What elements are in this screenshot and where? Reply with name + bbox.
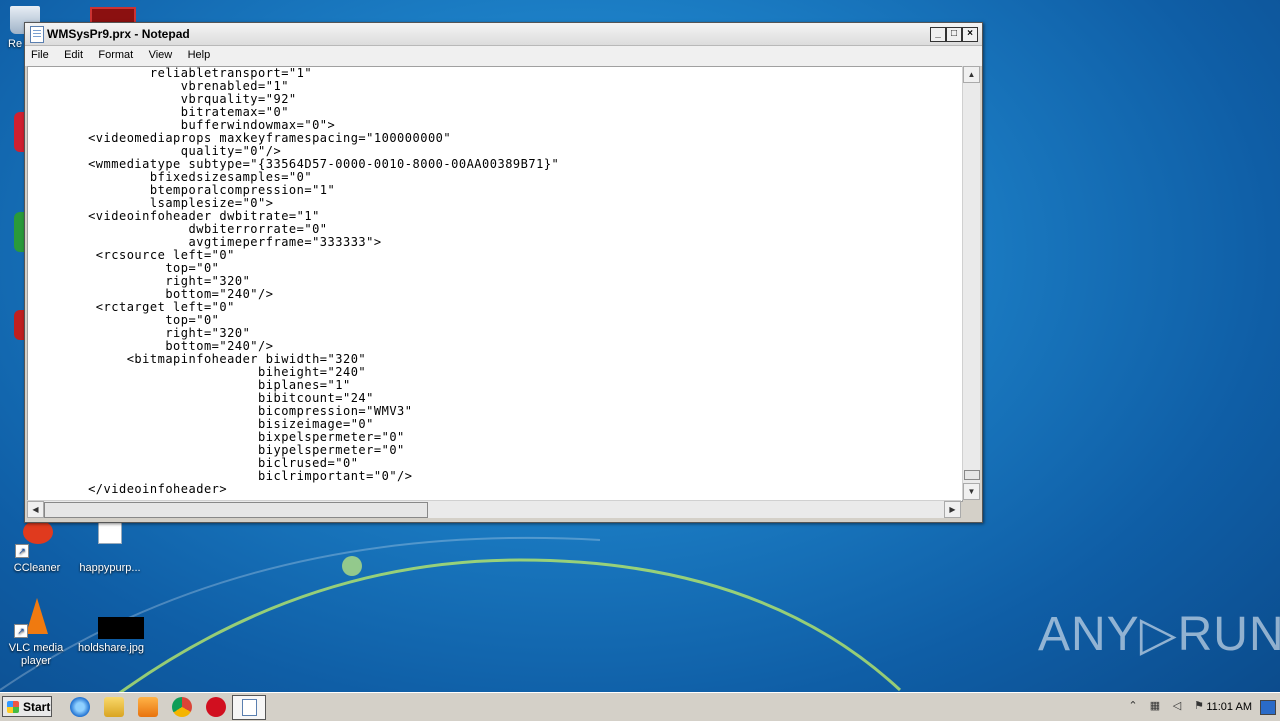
scroll-up-arrow-icon[interactable]: ▲	[963, 66, 980, 83]
clock[interactable]: 11:01 AM	[1206, 701, 1252, 713]
desktop-icon-label: CCleaner	[13, 562, 61, 574]
minimize-button[interactable]: _	[930, 27, 946, 42]
action-center-flag-icon[interactable]: ⚑	[1192, 700, 1206, 713]
resize-grip-icon[interactable]	[963, 500, 980, 517]
close-button[interactable]: ×	[962, 27, 978, 42]
horizontal-scrollbar[interactable]: ◀ ▶	[27, 500, 961, 518]
media-player-icon[interactable]	[138, 697, 158, 717]
menu-file[interactable]: File	[25, 46, 55, 61]
vertical-scrollbar[interactable]: ▲ ▼	[962, 66, 980, 500]
vlc-cone-icon: ↗	[12, 598, 60, 638]
system-tray: ⌃ ▦ ◁ ⚑ 11:01 AM	[1100, 693, 1280, 721]
horizontal-scroll-thumb[interactable]	[44, 502, 428, 518]
desktop-icon-holdshare[interactable]: holdshare.jpg	[76, 598, 146, 655]
ie-icon[interactable]	[70, 697, 90, 717]
notepad-icon	[30, 26, 44, 43]
editor-content[interactable]: reliabletransport="1" vbrenabled="1" vbr…	[28, 67, 962, 496]
network-icon[interactable]: ▦	[1148, 700, 1162, 713]
start-button[interactable]: Start	[2, 696, 52, 717]
menu-view[interactable]: View	[143, 46, 179, 61]
shortcut-arrow-icon: ↗	[14, 624, 28, 638]
text-editor[interactable]: reliabletransport="1" vbrenabled="1" vbr…	[27, 66, 963, 502]
scroll-down-arrow-icon[interactable]: ▼	[963, 483, 980, 500]
desktop-icon-ccleaner[interactable]: ↗ CCleaner	[2, 518, 72, 575]
desktop-icon-happypurp[interactable]: happypurp...	[75, 518, 145, 575]
window-title: WMSysPr9.prx - Notepad	[47, 27, 190, 41]
show-hidden-icons-icon[interactable]: ⌃	[1126, 700, 1140, 713]
taskbar: Start ⌃ ▦ ◁ ⚑ 11:01 AM	[0, 692, 1280, 721]
opera-icon[interactable]	[206, 697, 226, 717]
image-file-icon	[87, 598, 144, 639]
volume-icon[interactable]: ◁	[1170, 700, 1184, 713]
taskbar-notepad-button[interactable]	[232, 695, 266, 720]
desktop-icon-label: VLC media player	[8, 642, 64, 667]
scroll-right-arrow-icon[interactable]: ▶	[944, 501, 961, 518]
desktop-icon-label: happypurp...	[79, 562, 141, 574]
desktop-icon-vlc[interactable]: ↗ VLC media player	[1, 598, 71, 668]
desktop-icon-label: holdshare.jpg	[77, 642, 145, 654]
menu-help[interactable]: Help	[182, 46, 217, 61]
show-desktop-icon[interactable]	[1260, 700, 1276, 715]
start-label: Start	[23, 700, 51, 714]
notepad-icon	[242, 699, 257, 716]
chrome-icon[interactable]	[172, 697, 192, 717]
maximize-button[interactable]: □	[946, 27, 962, 42]
anyrun-watermark: ANY▷RUN	[1038, 608, 1280, 661]
title-bar[interactable]: WMSysPr9.prx - Notepad _ □ ×	[25, 23, 982, 46]
ccleaner-icon: ↗	[13, 518, 61, 558]
menu-bar: File Edit Format View Help	[25, 46, 982, 67]
windows-logo-icon	[7, 701, 19, 713]
vertical-scroll-thumb[interactable]	[964, 470, 980, 480]
notepad-window[interactable]: WMSysPr9.prx - Notepad _ □ × File Edit F…	[24, 22, 983, 523]
menu-format[interactable]: Format	[92, 46, 139, 61]
explorer-icon[interactable]	[104, 697, 124, 717]
scroll-left-arrow-icon[interactable]: ◀	[27, 501, 44, 518]
document-icon	[86, 518, 134, 558]
menu-edit[interactable]: Edit	[58, 46, 89, 61]
shortcut-arrow-icon: ↗	[15, 544, 29, 558]
